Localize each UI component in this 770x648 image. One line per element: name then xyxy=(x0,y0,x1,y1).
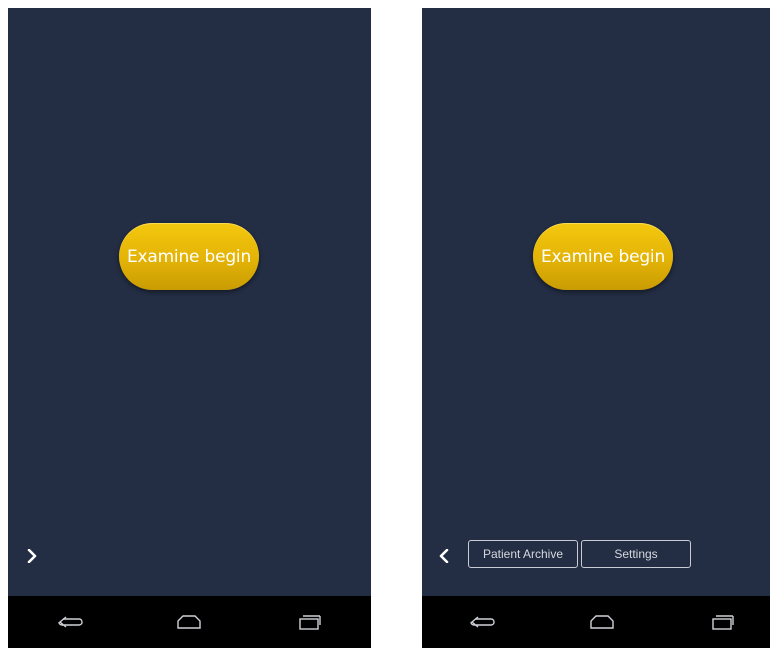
examine-begin-button[interactable]: Examine begin xyxy=(533,223,673,290)
home-icon[interactable] xyxy=(587,610,617,634)
examine-begin-button[interactable]: Examine begin xyxy=(119,223,259,290)
system-navigation-bar xyxy=(8,596,371,648)
patient-archive-button[interactable]: Patient Archive xyxy=(468,540,578,568)
back-icon[interactable] xyxy=(467,610,497,634)
chevron-left-icon[interactable] xyxy=(436,548,452,564)
recents-icon[interactable] xyxy=(294,610,324,634)
right-phone-screen: Examine begin Patient Archive Settings xyxy=(422,8,770,648)
left-phone-screen: Examine begin xyxy=(8,8,371,648)
chevron-right-icon[interactable] xyxy=(24,548,40,564)
back-icon[interactable] xyxy=(55,610,85,634)
home-icon[interactable] xyxy=(174,610,204,634)
system-navigation-bar xyxy=(422,596,770,648)
settings-button[interactable]: Settings xyxy=(581,540,691,568)
recents-icon[interactable] xyxy=(707,610,737,634)
